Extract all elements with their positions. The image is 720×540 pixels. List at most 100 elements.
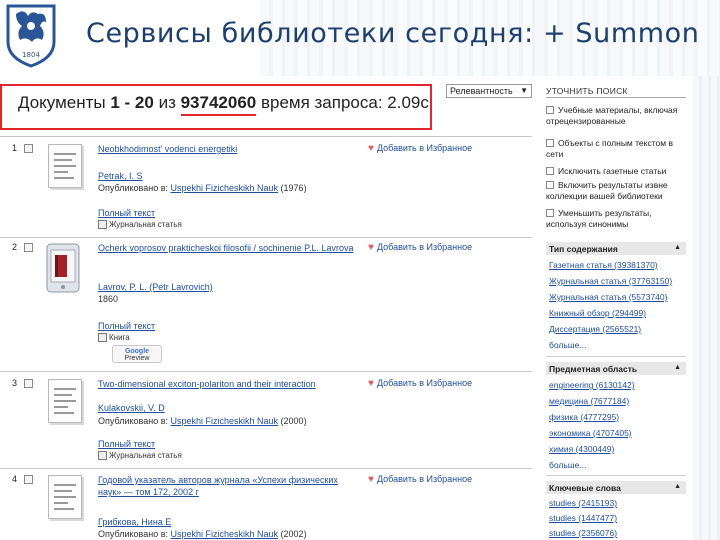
result-index: 2 [12, 242, 18, 252]
fulltext-link[interactable]: Полный текст [98, 439, 155, 449]
result-author-link[interactable]: Petrak, I. S [98, 170, 143, 182]
add-favorite-link[interactable]: ♥ Добавить в Избранное [368, 378, 472, 389]
journal-link[interactable]: Uspekhi Fizicheskikh Nauk [171, 529, 279, 539]
content-type-label: Журнальная статья [109, 451, 182, 460]
facet-more-link[interactable]: больше... [549, 460, 586, 470]
facet-item[interactable]: studies (1447477) [549, 513, 617, 523]
facet-subject-header[interactable]: Предметная область ▲ [546, 362, 686, 375]
add-favorite-label: Добавить в Избранное [376, 378, 473, 388]
document-thumbnail-icon [48, 475, 82, 519]
journal-link[interactable]: Uspekhi Fizicheskikh Nauk [171, 183, 279, 193]
google-preview-button[interactable]: Google Preview [112, 345, 162, 363]
facet-item[interactable]: физика (4777295) [549, 412, 619, 422]
result-title-link[interactable]: Годовой указатель авторов журнала «Успех… [98, 474, 360, 498]
result-author-link[interactable]: Грибкова, Нина Е [98, 516, 171, 528]
document-thumbnail-icon [48, 379, 82, 423]
result-index: 3 [12, 378, 18, 388]
checkbox[interactable] [546, 139, 554, 147]
facet-item[interactable]: медицина (7677184) [549, 396, 629, 406]
add-favorite-link[interactable]: ♥ Добавить в Избранное [368, 242, 472, 253]
divider [0, 237, 532, 238]
facet-item[interactable]: химия (4300449) [549, 444, 614, 454]
query-time: время запроса: 2.09с [256, 93, 429, 112]
published-year: (2000) [278, 416, 307, 426]
checkbox[interactable] [546, 181, 554, 189]
add-favorite-link[interactable]: ♥ Добавить в Избранное [368, 474, 472, 485]
result-published: Опубликовано в: Uspekhi Fizicheskikh Nau… [98, 528, 307, 540]
fulltext-link[interactable]: Полный текст [98, 321, 155, 331]
result-published: Опубликовано в: Uspekhi Fizicheskikh Nau… [98, 415, 307, 427]
facet-title: Ключевые слова [549, 483, 621, 493]
refine-sidebar: УТОЧНИТЬ ПОИСК Учебные материалы, включа… [538, 76, 690, 540]
filter-label: Объекты с полным текстом в сети [546, 138, 673, 159]
facet-item[interactable]: studies (2356076) [549, 528, 617, 538]
document-thumbnail-icon [48, 144, 82, 188]
facet-keywords-header[interactable]: Ключевые слова ▲ [546, 481, 686, 494]
facet-title: Предметная область [549, 364, 638, 374]
results-range: 1 - 20 [110, 93, 154, 112]
facet-item[interactable]: Журнальная статья (5573740) [549, 292, 667, 302]
results-count-prefix: Документы [18, 93, 111, 112]
result-checkbox[interactable] [24, 243, 33, 252]
published-label: Опубликовано в: [98, 529, 171, 539]
result-checkbox[interactable] [24, 475, 33, 484]
result-title-link[interactable]: Two-dimensional exciton-polariton and th… [98, 378, 360, 390]
book-icon [98, 333, 107, 343]
facet-item[interactable]: Диссертация (2565521) [549, 324, 641, 334]
published-label: Опубликовано в: [98, 416, 171, 426]
add-favorite-label: Добавить в Избранное [376, 143, 473, 153]
summon-results-screen: Документы 1 - 20 из 93742060 время запро… [0, 76, 720, 540]
results-of: из [153, 93, 181, 112]
content-type-label: Журнальная статья [109, 220, 182, 229]
fulltext-link[interactable]: Полный текст [98, 208, 155, 218]
content-type: Журнальная статья [98, 220, 182, 232]
content-type: Книга [98, 333, 130, 345]
checkbox[interactable] [546, 106, 554, 114]
facet-item[interactable]: engineering (6130142) [549, 380, 635, 390]
sort-selected-value: Релевантность [450, 86, 513, 96]
heart-icon: ♥ [368, 242, 374, 253]
filter-synonyms[interactable]: Уменьшить результаты, используя синонимы [546, 208, 686, 230]
result-author-link[interactable]: Kulakovskii, V. D [98, 402, 165, 414]
result-item: 2 Ocherk voprosov prakticheskoi filosofi… [0, 239, 535, 371]
heart-icon: ♥ [368, 143, 374, 154]
filter-scholarly[interactable]: Учебные материалы, включая отрецензирова… [546, 105, 686, 127]
facet-content-type-header[interactable]: Тип содержания ▲ [546, 242, 686, 255]
result-checkbox[interactable] [24, 379, 33, 388]
result-title-link[interactable]: Ocherk voprosov prakticheskoi filosofii … [98, 242, 360, 254]
facet-item[interactable]: Журнальная статья (37763150) [549, 276, 672, 286]
facet-item[interactable]: Газетная статья (39381370) [549, 260, 658, 270]
sort-select[interactable]: Релевантность ▼ [446, 84, 532, 98]
filter-outside-collection[interactable]: Включить результаты извне коллекции ваше… [546, 180, 686, 202]
google-preview-label: Preview [124, 355, 150, 362]
result-checkbox[interactable] [24, 144, 33, 153]
add-favorite-link[interactable]: ♥ Добавить в Избранное [368, 143, 472, 154]
filter-fulltext[interactable]: Объекты с полным текстом в сети [546, 138, 686, 160]
facet-more-link[interactable]: больше... [549, 340, 586, 350]
collapse-triangle-icon: ▲ [674, 244, 681, 251]
facet-item[interactable]: экономика (4707405) [549, 428, 632, 438]
facet-item[interactable]: studies (2415193) [549, 498, 617, 508]
result-author-link[interactable]: Lavrov, P. L. (Petr Lavrovich) [98, 281, 213, 293]
filter-label: Исключить газетные статьи [558, 166, 667, 176]
divider [546, 97, 686, 98]
result-title-link[interactable]: Neobkhodimost' vodenci energetiki [98, 143, 360, 155]
chevron-down-icon: ▼ [520, 86, 528, 95]
divider [0, 136, 532, 137]
facet-item[interactable]: Книжный обзор (294499) [549, 308, 646, 318]
checkbox[interactable] [546, 167, 554, 175]
published-year: (1976) [278, 183, 307, 193]
add-favorite-label: Добавить в Избранное [376, 474, 473, 484]
checkbox[interactable] [546, 209, 554, 217]
content-type-label: Книга [109, 333, 130, 342]
filter-label: Учебные материалы, включая отрецензирова… [546, 105, 678, 126]
divider [0, 371, 532, 372]
result-published: Опубликовано в: Uspekhi Fizicheskikh Nau… [98, 182, 307, 194]
facet-title: Тип содержания [549, 244, 618, 254]
journal-article-icon [98, 220, 107, 230]
collapse-triangle-icon: ▲ [674, 483, 681, 490]
ebook-device-icon [46, 243, 80, 293]
divider [0, 468, 532, 469]
filter-exclude-newspapers[interactable]: Исключить газетные статьи [546, 166, 686, 177]
journal-link[interactable]: Uspekhi Fizicheskikh Nauk [171, 416, 279, 426]
